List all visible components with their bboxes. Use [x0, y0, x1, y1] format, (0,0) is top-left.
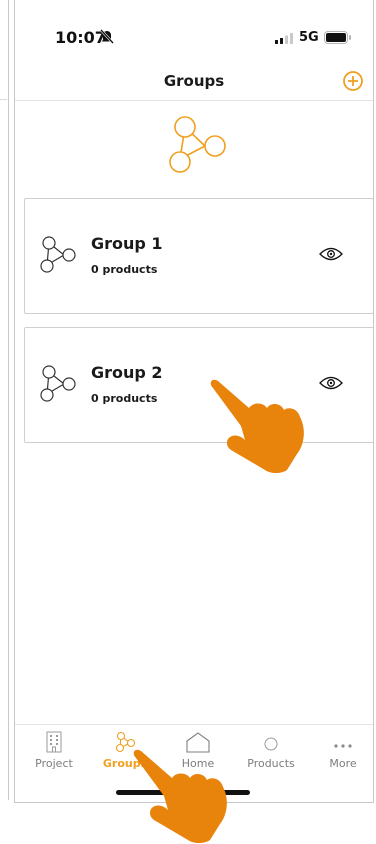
add-group-button[interactable] [342, 70, 364, 92]
more-dots-icon [334, 744, 352, 748]
tap-hand-icon [133, 749, 227, 843]
circle-icon [264, 737, 278, 751]
tab-label: Products [247, 757, 295, 770]
groups-hero-icon [169, 116, 226, 173]
tab-project[interactable]: Project [19, 731, 89, 770]
group-card[interactable]: Group 2 0 products [24, 327, 373, 443]
network-label: 5G [299, 30, 319, 45]
battery-icon [324, 31, 351, 44]
tap-hand-icon [210, 379, 304, 473]
phone-screen: 10:07 5G Groups Group 1 0 products Group… [14, 0, 374, 803]
group-icon [40, 365, 76, 402]
tab-label: Project [35, 757, 73, 770]
previous-screen-edge [0, 0, 9, 800]
tab-label: More [329, 757, 357, 770]
group-product-count: 0 products [91, 263, 158, 276]
group-name: Group 2 [91, 363, 163, 382]
group-icon [40, 236, 76, 273]
eye-icon[interactable] [319, 246, 343, 262]
building-icon [46, 731, 62, 753]
tab-products[interactable]: Products [236, 731, 306, 770]
group-product-count: 0 products [91, 392, 158, 405]
signal-icon [275, 33, 293, 44]
group-name: Group 1 [91, 234, 163, 253]
group-card[interactable]: Group 1 0 products [24, 198, 373, 314]
eye-icon[interactable] [319, 375, 343, 391]
page-title: Groups [163, 72, 225, 90]
bell-muted-icon [100, 29, 114, 44]
tab-more[interactable]: More [308, 731, 373, 770]
nav-bar: Groups [15, 60, 373, 101]
status-bar: 10:07 5G [15, 0, 373, 60]
